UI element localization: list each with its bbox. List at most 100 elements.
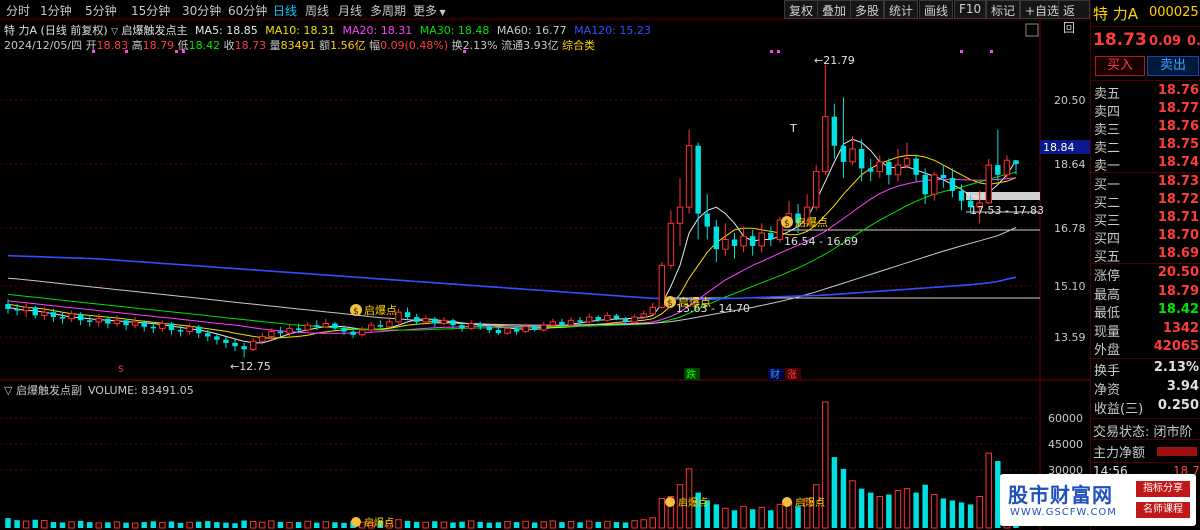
candle xyxy=(704,194,710,240)
volume-bar xyxy=(958,502,965,528)
candle xyxy=(667,210,675,269)
candle-body xyxy=(913,158,919,175)
panel-stock-code: 000025 xyxy=(1149,5,1199,20)
volume-bar xyxy=(95,522,103,529)
candle xyxy=(513,326,520,335)
low-marker-arrow: ← xyxy=(230,360,239,373)
candle-body xyxy=(123,320,129,326)
candle-body xyxy=(286,327,293,334)
candle xyxy=(358,326,366,337)
candle xyxy=(232,339,238,351)
volume-bar xyxy=(577,522,583,528)
candle xyxy=(858,139,865,182)
candle xyxy=(77,312,84,326)
candle-body xyxy=(858,148,865,169)
candle-body xyxy=(676,206,684,224)
volume-bar xyxy=(495,522,502,528)
candle-body xyxy=(622,318,629,322)
candle-body xyxy=(131,321,139,326)
candle xyxy=(368,321,375,334)
stat-row-label: 最低 xyxy=(1094,306,1121,321)
signal-label-1: 启爆点 xyxy=(364,303,397,317)
candle-body xyxy=(931,174,938,195)
signal-marker-1: $ 启爆点 xyxy=(350,303,397,317)
volume-bar xyxy=(822,401,829,529)
candle xyxy=(113,315,121,327)
candle-body xyxy=(649,306,656,315)
candle xyxy=(894,148,902,182)
vol-signal-label-1: 启爆点 xyxy=(364,516,394,529)
expand-handle-icon[interactable] xyxy=(1025,23,1039,37)
ask-row-value: 18.76 xyxy=(1157,83,1199,98)
bid-row-label: 买四 xyxy=(1094,232,1121,247)
volume-tick-1: 60000 xyxy=(1048,412,1083,425)
panel-separator xyxy=(1091,80,1200,81)
volume-bar xyxy=(522,520,529,529)
volume-value-label: VOLUME: 83491.05 xyxy=(88,384,194,397)
candle-body xyxy=(567,319,575,326)
volume-indicator-name: 启爆触发点副 xyxy=(16,383,82,397)
sell-button[interactable]: 卖出 xyxy=(1147,56,1199,76)
candle-body xyxy=(540,324,548,331)
candle xyxy=(404,307,411,321)
candle-body xyxy=(141,321,147,327)
candle-body xyxy=(758,232,765,247)
candle xyxy=(1003,155,1011,179)
candle-body xyxy=(894,164,902,176)
volume-bar xyxy=(59,522,66,528)
volume-bar xyxy=(87,522,93,528)
volume-bar xyxy=(858,488,865,528)
candle-body xyxy=(32,307,38,316)
candle-body xyxy=(150,326,157,329)
watermark-title: 股市财富网 xyxy=(1008,483,1113,507)
candle xyxy=(722,223,729,256)
vol-signal-label-3: 启爆点 xyxy=(795,496,825,509)
bid-row-value: 18.69 xyxy=(1157,246,1199,261)
candle xyxy=(87,315,93,327)
volume-bar xyxy=(967,504,974,528)
volume-bar xyxy=(940,498,947,528)
panel-separator xyxy=(1091,26,1200,27)
candle-body xyxy=(432,318,438,324)
candle xyxy=(440,317,448,326)
kline-chart[interactable]: 20.50 18.64 16.78 15.10 13.59 60000 4500… xyxy=(0,0,1090,530)
candle-body xyxy=(386,321,393,328)
candle xyxy=(477,321,483,330)
ask-row-label: 卖二 xyxy=(1094,141,1121,156)
candle-body xyxy=(631,316,638,323)
stat2-row-label: 净资 xyxy=(1094,383,1121,398)
candle-body xyxy=(41,311,48,316)
high-marker: ←21.79 xyxy=(814,54,855,67)
buy-button[interactable]: 买入 xyxy=(1095,56,1145,76)
candle-body xyxy=(585,316,593,323)
candle xyxy=(676,178,684,246)
ask-row-value: 18.74 xyxy=(1157,155,1199,170)
bid-row: 买五 18.69 xyxy=(1093,246,1200,265)
ma-line-ma5 xyxy=(7,138,1017,344)
candle-body xyxy=(404,312,411,318)
candle-body xyxy=(205,333,211,337)
candle xyxy=(304,321,311,332)
range-band-top xyxy=(966,192,1040,200)
volume-bar xyxy=(286,521,293,529)
candle xyxy=(604,312,611,322)
volume-bar xyxy=(922,484,928,528)
candle-body xyxy=(440,319,448,325)
panel-separator xyxy=(1091,418,1200,419)
ask-row-value: 18.77 xyxy=(1157,101,1199,116)
candle-body xyxy=(450,320,456,326)
volume-bar xyxy=(195,521,202,528)
volume-bar xyxy=(413,521,420,528)
candle-body xyxy=(5,304,11,309)
s-marker: S xyxy=(118,365,124,375)
t-marker: T xyxy=(789,122,797,135)
candles-group xyxy=(5,65,1019,358)
volume-tick-2: 45000 xyxy=(1048,438,1083,451)
candle-body xyxy=(1003,159,1011,176)
volume-bar xyxy=(131,522,139,529)
candle xyxy=(59,312,66,324)
volume-bar xyxy=(32,519,38,528)
candle-body xyxy=(849,148,856,163)
bid-row-label: 买三 xyxy=(1094,214,1121,229)
top-dots-group xyxy=(92,50,993,53)
